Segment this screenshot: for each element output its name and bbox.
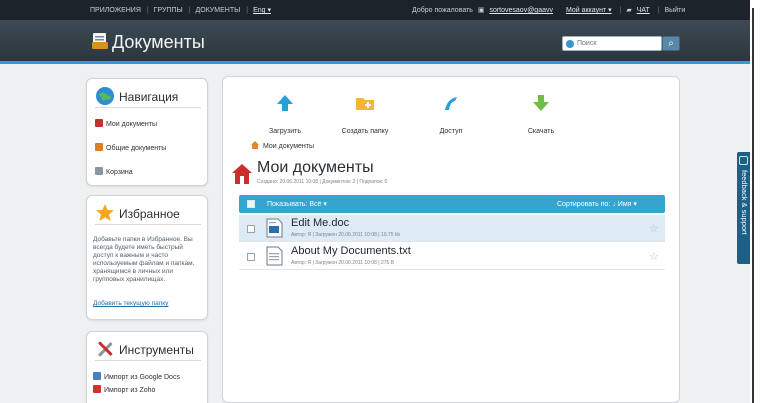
navigation-header: Навигация <box>95 86 201 108</box>
search-box <box>562 36 662 51</box>
file-name[interactable]: About My Documents.txt <box>291 245 411 257</box>
arrow-down-icon <box>533 95 549 111</box>
upload-button[interactable]: Загрузить <box>255 93 315 135</box>
file-meta: Автор: Я | Загружен 20.06.2011 10:08 | 1… <box>291 232 401 238</box>
file-name[interactable]: Edit Me.doc <box>291 217 349 229</box>
folder-plus-icon <box>356 98 374 110</box>
favorites-panel: Избранное Добавьте папки в Избранное. Вы… <box>86 195 208 320</box>
globe-icon <box>96 87 114 105</box>
top-links: ПРИЛОЖЕНИЯ | ГРУППЫ | ДОКУМЕНТЫ | Eng ▾ <box>90 7 271 14</box>
favorites-description: Добавьте папки в Избранное. Вы всегда бу… <box>93 236 195 283</box>
nav-item-my-documents[interactable]: Мои документы <box>95 119 166 143</box>
table-row[interactable]: Edit Me.doc Автор: Я | Загружен 20.06.20… <box>239 215 665 242</box>
add-current-folder-link[interactable]: Добавить текущую папку <box>93 300 168 307</box>
download-label: Скачать <box>527 128 555 135</box>
arrow-up-icon <box>277 95 293 111</box>
import-zoho-link[interactable]: Импорт из Zoho <box>93 385 180 398</box>
breadcrumb-item[interactable]: Мои документы <box>263 143 314 150</box>
upload-label: Загрузить <box>269 128 301 135</box>
favorite-star-icon[interactable]: ☆ <box>649 222 659 235</box>
row-checkbox[interactable] <box>247 253 255 261</box>
username-link[interactable]: sortovesaov@gaavv <box>489 7 553 14</box>
download-button[interactable]: Скачать <box>511 93 571 135</box>
zoho-icon <box>93 385 101 393</box>
tool-item-label: Импорт из Google Docs <box>104 374 180 381</box>
nav-item-trash[interactable]: Корзина <box>95 167 166 191</box>
page-divider <box>752 8 754 403</box>
share-icon <box>445 97 457 110</box>
search-button[interactable]: ⌕ <box>662 36 680 51</box>
user-icon: ▣ <box>477 7 485 14</box>
tools-panel: Инструменты Импорт из Google Docs Импорт… <box>86 331 208 403</box>
table-row[interactable]: About My Documents.txt Автор: Я | Загруж… <box>239 243 665 270</box>
home-small-icon <box>251 141 259 149</box>
top-link-apps[interactable]: ПРИЛОЖЕНИЯ <box>90 7 141 14</box>
page-meta: Создано: 20.06.2011 10:08 | Документов: … <box>257 179 388 185</box>
share-button[interactable]: Доступ <box>421 93 481 135</box>
title-bar: Документы ⌕ <box>0 20 750 64</box>
home-icon <box>232 164 252 184</box>
nav-item-label: Общие документы <box>106 145 167 152</box>
search-input[interactable] <box>577 38 659 49</box>
screenshot-stage: ПРИЛОЖЕНИЯ | ГРУППЫ | ДОКУМЕНТЫ | Eng ▾ Доб… <box>0 0 766 403</box>
documents-main-panel: Загрузить Создать папку Доступ Скачать М… <box>222 76 680 403</box>
feedback-icon <box>739 156 748 165</box>
nav-item-label: Мои документы <box>106 121 158 128</box>
top-link-documents[interactable]: ДОКУМЕНТЫ <box>195 7 240 14</box>
navigation-title: Навигация <box>119 90 179 104</box>
select-all-checkbox[interactable] <box>247 200 255 208</box>
tools-list: Импорт из Google Docs Импорт из Zoho <box>93 372 180 398</box>
create-folder-label: Создать папку <box>341 128 389 135</box>
breadcrumb: Мои документы <box>251 141 314 150</box>
list-header-bar: Показывать: Всё ▾ Сортировать по: ↓ Имя … <box>239 195 665 213</box>
navigation-panel: Навигация Мои документы Общие документы … <box>86 78 208 186</box>
user-area: Добро пожаловать ▣ sortovesaov@gaavv Мой… <box>412 7 686 14</box>
app-title: Документы <box>112 32 205 52</box>
tools-icon <box>98 341 113 357</box>
logout-link[interactable]: Выйти <box>665 7 686 14</box>
favorites-title: Избранное <box>119 207 180 221</box>
nav-item-label: Корзина <box>106 169 133 176</box>
import-google-docs-link[interactable]: Импорт из Google Docs <box>93 372 180 385</box>
chat-icon: ▰ <box>626 7 632 14</box>
tools-header: Инструменты <box>95 339 201 361</box>
star-icon <box>96 204 114 221</box>
show-filter[interactable]: Показывать: Всё ▾ <box>267 200 327 208</box>
nav-item-shared-documents[interactable]: Общие документы <box>95 143 166 167</box>
doc-file-icon <box>266 218 283 238</box>
row-checkbox[interactable] <box>247 225 255 233</box>
feedback-tab[interactable]: feedback & support <box>737 152 750 264</box>
favorite-star-icon[interactable]: ☆ <box>649 250 659 263</box>
documents-logo-icon <box>92 33 108 49</box>
chat-link[interactable]: ЧАТ <box>637 7 650 14</box>
my-account-menu[interactable]: Мой аккаунт ▾ <box>566 7 612 14</box>
search-scope-icon <box>566 40 574 48</box>
google-docs-icon <box>93 372 101 380</box>
share-label: Доступ <box>439 128 463 135</box>
file-meta: Автор: Я | Загружен 20.06.2011 10:08 | 2… <box>291 260 395 266</box>
tools-title: Инструменты <box>119 343 194 357</box>
page-title: Мои документы <box>257 159 374 176</box>
trash-icon <box>95 167 103 175</box>
feedback-label: feedback & support <box>740 170 749 235</box>
txt-file-icon <box>266 246 283 266</box>
shared-folder-icon <box>95 143 103 151</box>
sort-control[interactable]: Сортировать по: ↓ Имя ▾ <box>557 200 637 208</box>
favorites-header: Избранное <box>95 203 201 225</box>
home-icon <box>95 119 103 127</box>
tool-item-label: Импорт из Zoho <box>104 387 156 394</box>
top-link-groups[interactable]: ГРУППЫ <box>154 7 183 14</box>
create-folder-button[interactable]: Создать папку <box>335 93 395 135</box>
portal-window: ПРИЛОЖЕНИЯ | ГРУППЫ | ДОКУМЕНТЫ | Eng ▾ Доб… <box>0 0 750 403</box>
language-selector[interactable]: Eng ▾ <box>253 7 271 14</box>
welcome-text: Добро пожаловать <box>412 7 473 14</box>
top-bar: ПРИЛОЖЕНИЯ | ГРУППЫ | ДОКУМЕНТЫ | Eng ▾ Доб… <box>0 0 750 20</box>
navigation-list: Мои документы Общие документы Корзина <box>95 119 166 191</box>
